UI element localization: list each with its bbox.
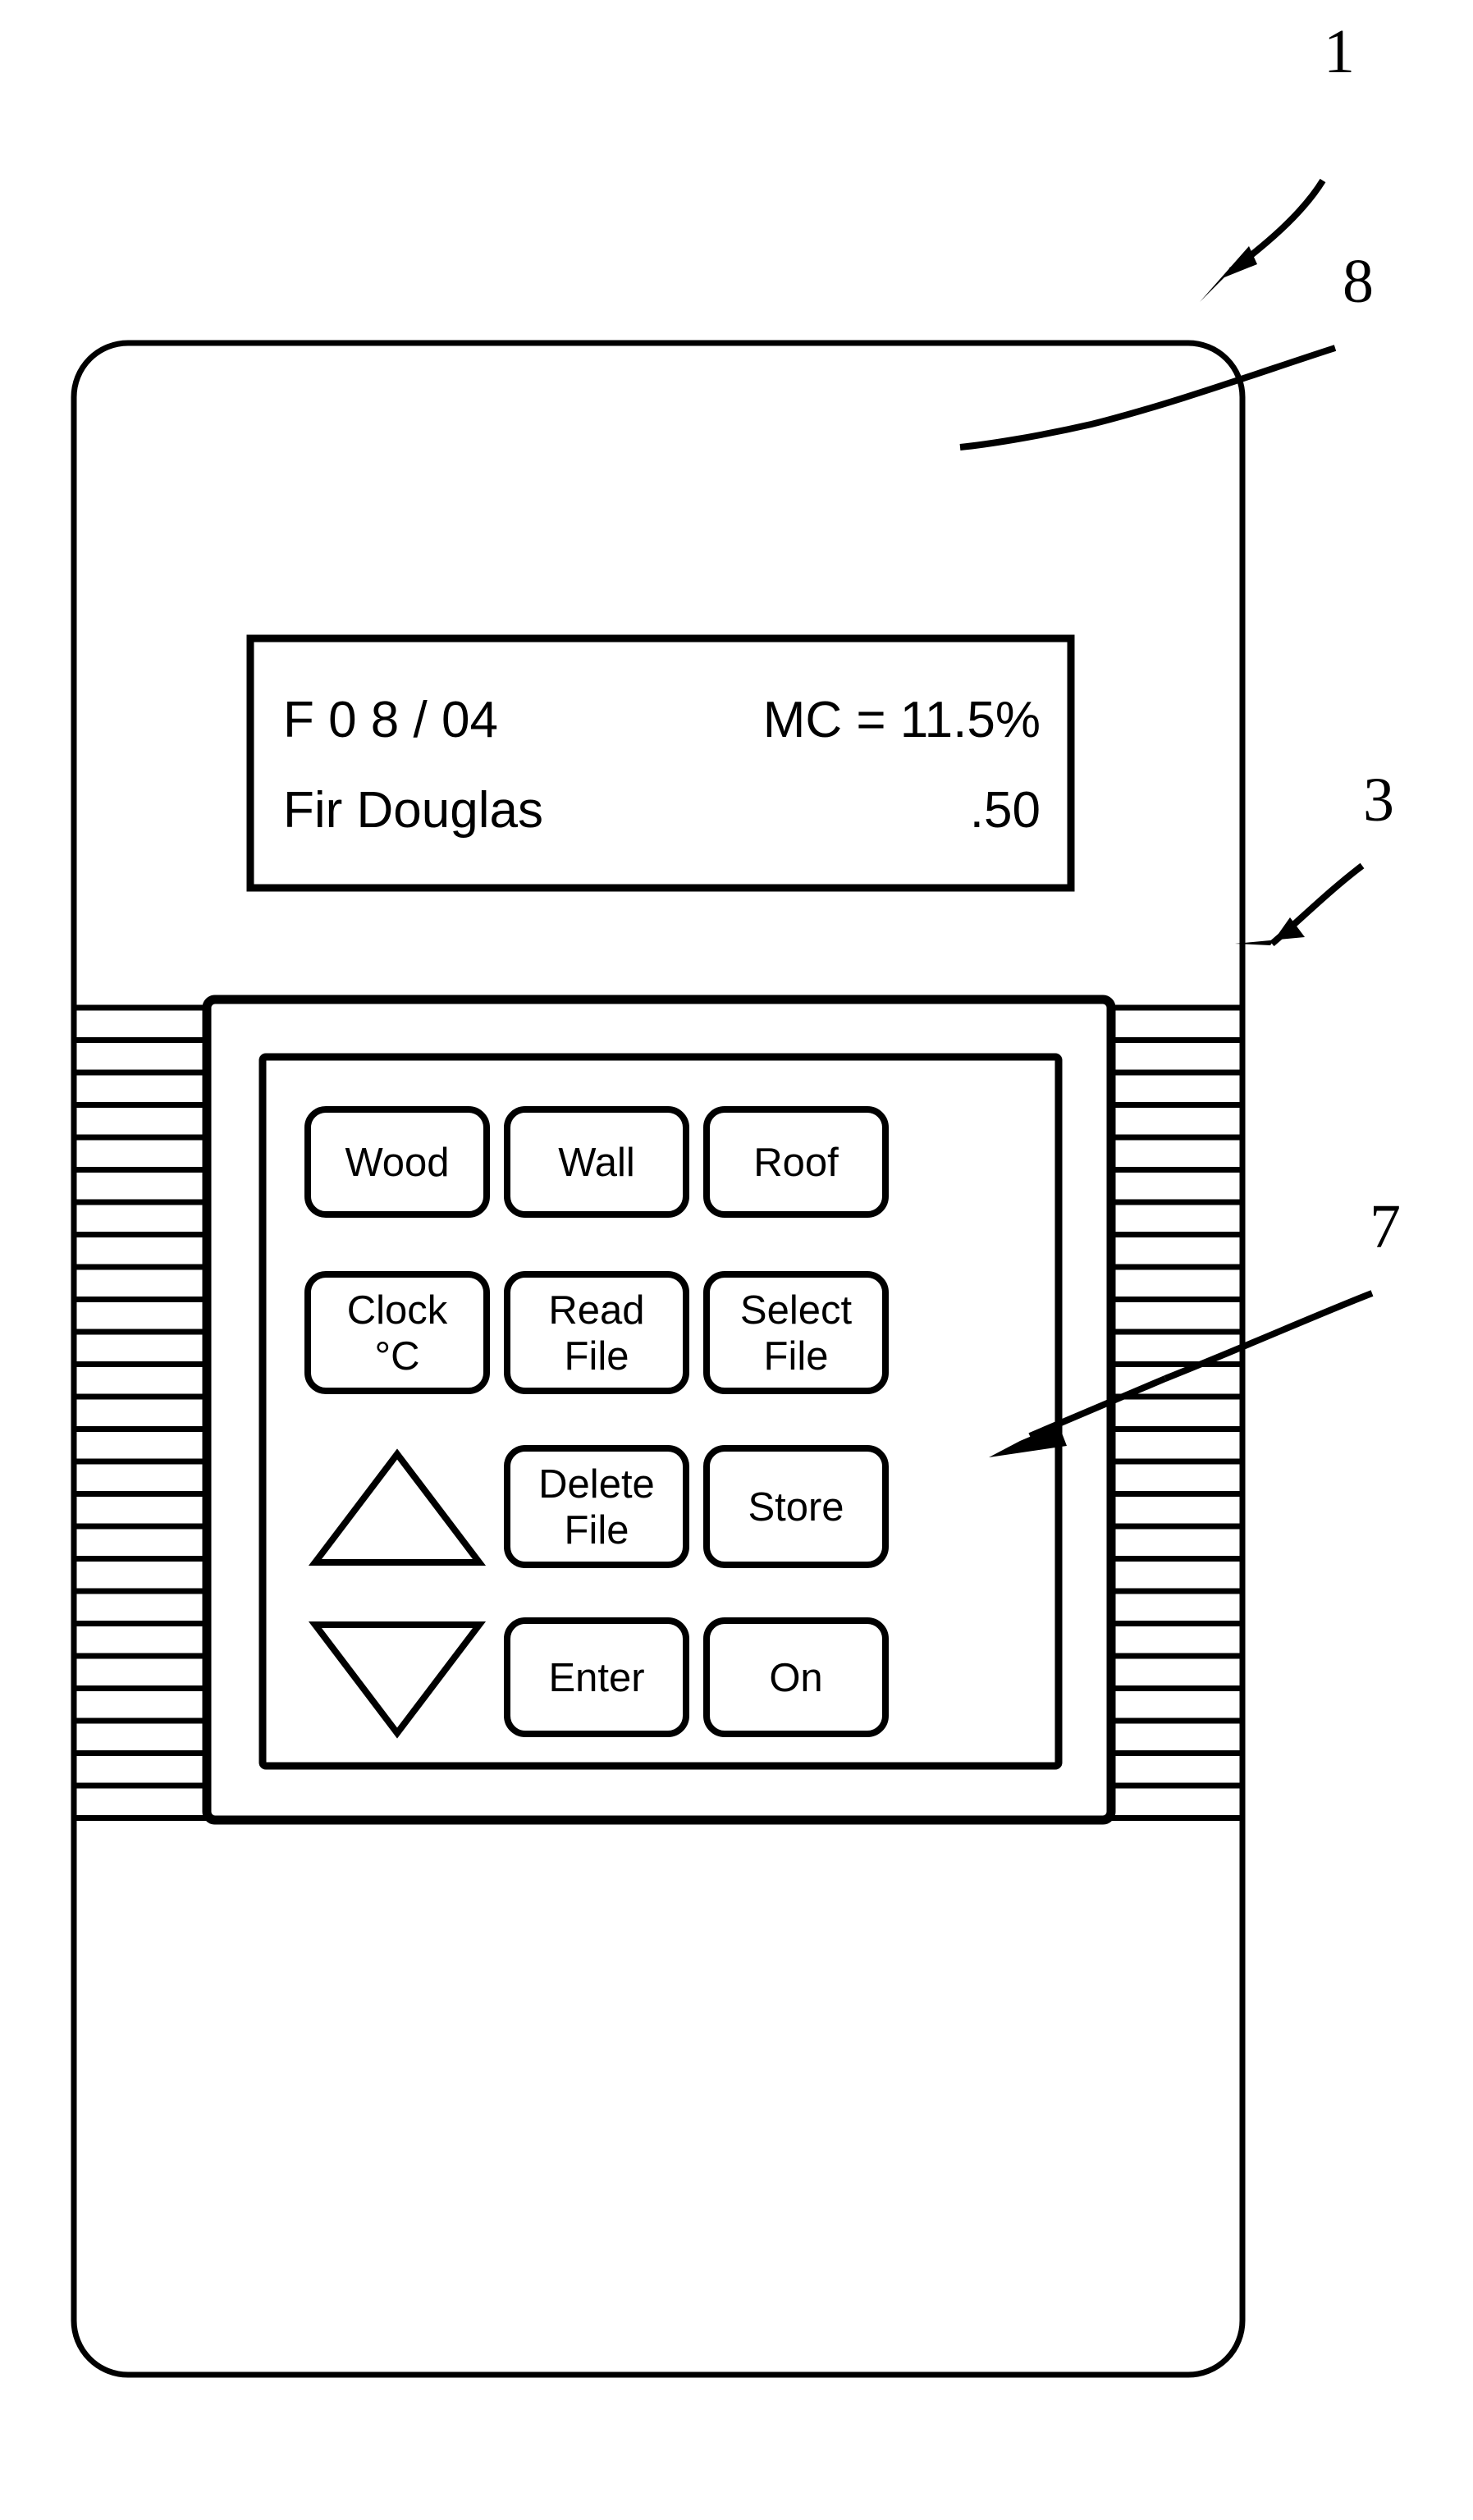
key-label-select-file: File [764,1334,829,1379]
lcd-line2-left: Fir Douglas [283,782,543,839]
lcd-line1-right: MC = 11.5% [763,692,1041,748]
figure-page: F 0 8 / 04 MC = 11.5% Fir Douglas .50 Wo… [0,0,1473,2520]
leader-arrowhead-1 [1200,246,1257,302]
key-label-on: On [769,1656,822,1700]
key-label-read-file: File [565,1334,629,1379]
key-label-wood: Wood [345,1141,449,1185]
down-arrow-icon[interactable] [308,1621,487,1739]
leader-line-8 [959,345,1337,450]
key-label-roof: Roof [753,1141,839,1185]
key-label-delete-file: Delete [538,1462,655,1507]
ref-numeral-3: 3 [1363,766,1394,835]
lcd-display-bezel [246,634,1075,892]
key-label-enter: Enter [548,1656,644,1700]
key-label-wall: Wall [558,1141,634,1185]
ref-numeral-8: 8 [1343,247,1374,316]
patent-figure: F 0 8 / 04 MC = 11.5% Fir Douglas .50 Wo… [71,17,1401,2378]
lcd-line1-left: F 0 8 / 04 [283,692,498,748]
key-label-clock-celsius: °C [375,1334,420,1379]
leader-line-7 [1164,1290,1374,1382]
keypad-keys: Wood Wall RoofClock°CReadFileSelectFileDel… [304,1106,889,1739]
ref-numeral-7: 7 [1370,1192,1401,1261]
up-arrow-icon[interactable] [308,1448,487,1566]
key-label-select-file: Select [740,1288,853,1333]
lcd-line2-right: .50 [970,782,1041,839]
key-label-clock-celsius: Clock [347,1288,448,1333]
grip-ribbing-right [1111,1004,1241,1821]
ref-numeral-1: 1 [1324,17,1355,86]
key-label-store: Store [748,1485,844,1530]
key-label-delete-file: File [565,1508,629,1553]
grip-ribbing-left [76,1004,207,1821]
key-label-read-file: Read [548,1288,644,1333]
